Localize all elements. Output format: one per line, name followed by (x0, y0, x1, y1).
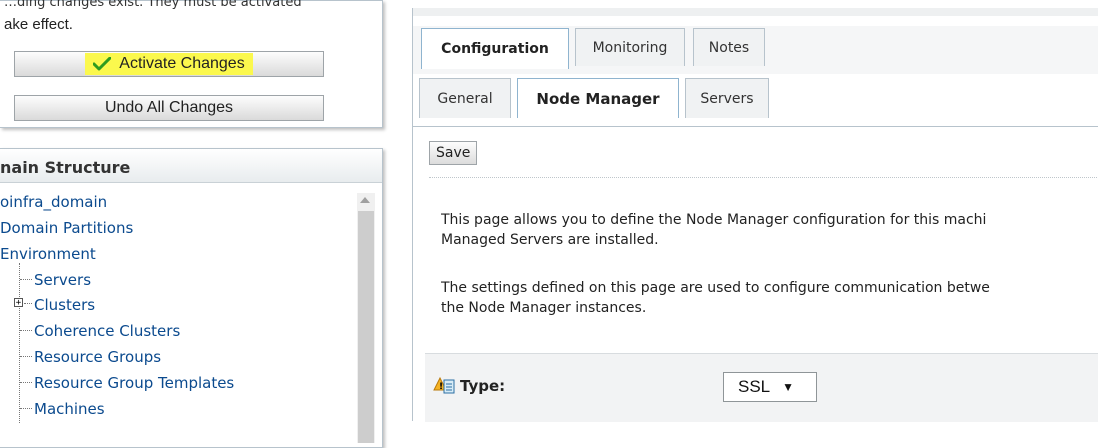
tree-connector (20, 330, 32, 331)
subtab-servers[interactable]: Servers (685, 78, 769, 118)
description-line: This page allows you to define the Node … (441, 212, 987, 228)
change-center-clipped-text: …ding changes exist. They must be activa… (4, 0, 302, 10)
tree-item-domain-partitions[interactable]: Domain Partitions (0, 219, 133, 237)
description-paragraph-1: This page allows you to define the Node … (441, 210, 1098, 250)
tab-monitoring[interactable]: Monitoring (575, 28, 685, 66)
domain-structure-panel: nain Structure oinfra_domain Domain Part… (0, 148, 383, 448)
warning-help-icon[interactable]: ! (433, 376, 455, 396)
tree-item-resource-groups[interactable]: Resource Groups (34, 348, 161, 366)
main-tab-bar: Configuration Monitoring Notes (413, 26, 1098, 75)
tree-item-environment[interactable]: Environment (0, 245, 96, 263)
tree-item-machines[interactable]: Machines (34, 400, 105, 418)
scroll-up-arrow-icon[interactable] (360, 197, 370, 203)
tree-connector-line (19, 263, 20, 423)
tree-connector (20, 279, 32, 280)
description-paragraph-2: The settings defined on this page are us… (441, 278, 1098, 318)
tree-item-coherence-clusters[interactable]: Coherence Clusters (34, 322, 180, 340)
content-panel: Configuration Monitoring Notes General N… (412, 8, 1098, 422)
undo-all-changes-button[interactable]: Undo All Changes (14, 95, 324, 121)
tree-connector (24, 303, 32, 304)
svg-text:!: ! (439, 382, 443, 392)
tree-connector (20, 408, 32, 409)
tree-item-servers[interactable]: Servers (34, 271, 91, 289)
tree-item-clusters[interactable]: Clusters (34, 296, 95, 314)
tree-item-resource-group-templates[interactable]: Resource Group Templates (34, 374, 234, 392)
type-setting-row: ! Type: SSL ▼ (425, 353, 1098, 422)
description-line: The settings defined on this page are us… (441, 280, 990, 296)
domain-structure-header: nain Structure (0, 149, 382, 183)
type-select-value: SSL (738, 377, 771, 396)
tree-item-domain[interactable]: oinfra_domain (0, 193, 107, 211)
description-line: Managed Servers are installed. (441, 232, 659, 248)
activate-changes-label: Activate Changes (119, 55, 245, 72)
plus-box-icon[interactable]: + (14, 298, 23, 308)
change-center-text: ake effect. (4, 16, 73, 33)
domain-structure-title: nain Structure (0, 158, 131, 177)
type-label: Type: (460, 377, 506, 395)
change-center-panel: …ding changes exist. They must be activa… (0, 0, 383, 128)
description-line: the Node Manager instances. (441, 300, 647, 316)
subtab-general[interactable]: General (419, 78, 511, 118)
tab-notes[interactable]: Notes (693, 28, 765, 66)
tree-scrollbar[interactable] (357, 193, 375, 443)
activate-changes-highlight: Activate Changes (85, 53, 253, 75)
type-select[interactable]: SSL ▼ (723, 372, 817, 402)
tab-configuration[interactable]: Configuration (421, 28, 569, 69)
tree-connector (20, 356, 32, 357)
subtab-node-manager[interactable]: Node Manager (517, 78, 679, 118)
activate-changes-button[interactable]: Activate Changes (14, 51, 324, 77)
domain-tree: oinfra_domain Domain Partitions Environm… (0, 193, 352, 433)
tree-connector (20, 382, 32, 383)
top-strip (413, 8, 1098, 16)
check-icon (93, 57, 112, 71)
divider (429, 177, 1098, 178)
sub-tab-bar: General Node Manager Servers (413, 74, 1098, 127)
scroll-thumb[interactable] (358, 211, 374, 443)
save-button[interactable]: Save (429, 141, 478, 165)
undo-all-changes-label: Undo All Changes (104, 99, 234, 116)
chevron-down-icon: ▼ (782, 380, 795, 394)
